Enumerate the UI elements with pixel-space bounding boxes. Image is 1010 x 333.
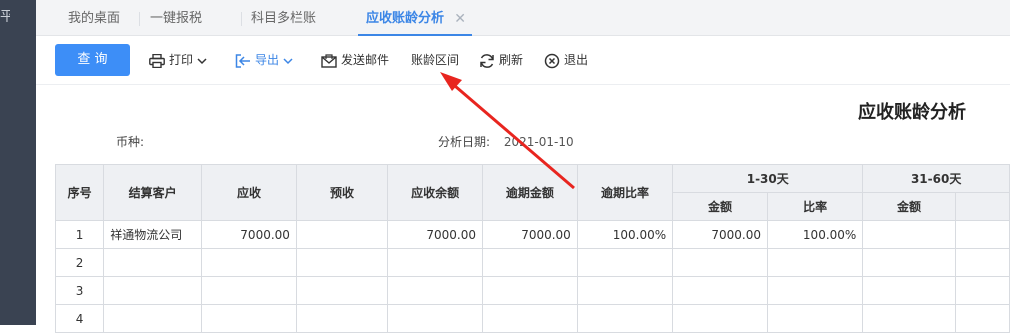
analysis-date-field: 分析日期: 2021-01-10 <box>438 133 574 150</box>
tab-subject-ledger[interactable]: 科目多栏账 <box>251 0 316 35</box>
refresh-label: 刷新 <box>499 53 524 67</box>
cell-g2-amount[interactable] <box>862 220 956 249</box>
cell-overdue-amount[interactable]: 7000.00 <box>482 220 578 249</box>
email-icon <box>321 53 337 68</box>
g2-ratio-header <box>954 192 1010 221</box>
cell-overdue-amount[interactable] <box>482 276 578 305</box>
cell-g1-ratio[interactable] <box>766 276 864 305</box>
cell-g1-amount[interactable] <box>672 248 768 277</box>
cell-g2-amount[interactable] <box>862 276 956 305</box>
cell-customer[interactable] <box>103 304 203 333</box>
aging-interval-button[interactable]: 账龄区间 <box>411 36 459 84</box>
tab-divider <box>241 12 242 26</box>
table-row[interactable]: 3 <box>54 276 1010 305</box>
chevron-down-icon <box>197 57 207 64</box>
col-overdue-ratio-header: 逾期比率 <box>576 164 674 221</box>
cell-balance[interactable] <box>387 304 483 333</box>
col-customer-header: 结算客户 <box>103 164 203 221</box>
cell-g1-amount[interactable]: 7000.00 <box>672 220 768 249</box>
cell-advance[interactable] <box>295 220 389 249</box>
g1-amount-header: 金额 <box>672 192 768 221</box>
analysis-date-label: 分析日期: <box>438 135 491 149</box>
cell-receivable[interactable] <box>201 304 297 333</box>
cell-g1-amount[interactable] <box>672 304 768 333</box>
cell-index: 1 <box>54 220 105 249</box>
cell-balance[interactable] <box>387 248 483 277</box>
cell-overdue-amount[interactable] <box>482 304 578 333</box>
cell-advance[interactable] <box>295 304 389 333</box>
col-overdue-amount-header: 逾期金额 <box>482 164 578 221</box>
analysis-date-value: 2021-01-10 <box>503 135 574 149</box>
export-button[interactable]: 导出 <box>235 36 297 84</box>
toolbar: 查 询 打印 导出 发送邮件 账龄区间 刷新 退出 <box>36 36 1010 85</box>
send-email-label: 发送邮件 <box>341 53 390 67</box>
cell-g2-amount[interactable] <box>862 304 956 333</box>
cell-receivable[interactable] <box>201 276 297 305</box>
refresh-button[interactable]: 刷新 <box>479 36 523 84</box>
print-button[interactable]: 打印 <box>149 36 211 84</box>
table-row[interactable]: 4 <box>54 304 1010 333</box>
tab-divider <box>139 12 140 26</box>
cell-g2-ratio[interactable] <box>954 276 1010 305</box>
cell-index: 2 <box>54 248 105 277</box>
left-sidebar: 平 <box>0 0 36 325</box>
exit-label: 退出 <box>564 53 589 67</box>
col-index-header: 序号 <box>54 164 105 221</box>
tab-one-click-tax[interactable]: 一键报税 <box>150 0 202 35</box>
cell-g2-ratio[interactable] <box>954 304 1010 333</box>
cell-overdue-ratio[interactable] <box>576 276 674 305</box>
cell-overdue-ratio[interactable]: 100.00% <box>576 220 674 249</box>
exit-icon <box>544 53 560 68</box>
cell-customer[interactable] <box>103 248 203 277</box>
cell-index: 3 <box>54 276 105 305</box>
cell-customer[interactable]: 祥通物流公司 <box>103 220 203 249</box>
col-receivable-header: 应收 <box>201 164 297 221</box>
cell-balance[interactable]: 7000.00 <box>387 220 483 249</box>
export-label: 导出 <box>255 53 280 67</box>
chevron-down-icon <box>283 57 293 64</box>
cell-index: 4 <box>54 304 105 333</box>
table-row[interactable]: 2 <box>54 248 1010 277</box>
exit-button[interactable]: 退出 <box>544 36 588 84</box>
cell-g2-ratio[interactable] <box>954 220 1010 249</box>
sidebar-glyph: 平 <box>0 9 10 22</box>
refresh-icon <box>480 53 494 68</box>
tab-receivable-aging[interactable]: 应收账龄分析 ✕ <box>358 0 473 36</box>
report-title: 应收账龄分析 <box>858 102 966 123</box>
query-button[interactable]: 查 询 <box>55 44 130 76</box>
aging-table: 序号 结算客户 应收 预收 应收余额 逾期金额 逾期比率 1-30天 31-60… <box>54 164 1010 333</box>
cell-receivable[interactable]: 7000.00 <box>201 220 297 249</box>
g2-amount-header: 金额 <box>862 192 956 221</box>
cell-g1-ratio[interactable] <box>766 304 864 333</box>
cell-g2-ratio[interactable] <box>954 248 1010 277</box>
cell-g1-ratio[interactable]: 100.00% <box>766 220 864 249</box>
currency-label: 币种: <box>116 135 145 149</box>
cell-advance[interactable] <box>295 248 389 277</box>
export-icon <box>235 53 250 68</box>
group-31-60-header: 31-60天 <box>862 164 1010 193</box>
currency-field: 币种: <box>116 133 154 150</box>
cell-overdue-amount[interactable] <box>482 248 578 277</box>
cell-g2-amount[interactable] <box>862 248 956 277</box>
col-advance-header: 预收 <box>295 164 389 221</box>
cell-customer[interactable] <box>103 276 203 305</box>
group-1-30-header: 1-30天 <box>672 164 864 193</box>
tab-my-desktop[interactable]: 我的桌面 <box>68 0 120 35</box>
cell-advance[interactable] <box>295 276 389 305</box>
cell-balance[interactable] <box>387 276 483 305</box>
send-email-button[interactable]: 发送邮件 <box>321 36 389 84</box>
cell-g1-ratio[interactable] <box>766 248 864 277</box>
print-label: 打印 <box>169 53 194 67</box>
tab-receivable-aging-label: 应收账龄分析 <box>366 11 445 26</box>
g1-ratio-header: 比率 <box>766 192 864 221</box>
cell-overdue-ratio[interactable] <box>576 304 674 333</box>
col-balance-header: 应收余额 <box>387 164 483 221</box>
close-icon[interactable]: ✕ <box>454 0 466 38</box>
table-row[interactable]: 1 祥通物流公司 7000.00 7000.00 7000.00 100.00%… <box>54 220 1010 249</box>
cell-receivable[interactable] <box>201 248 297 277</box>
printer-icon <box>149 53 165 68</box>
tab-bar: 我的桌面 一键报税 科目多栏账 应收账龄分析 ✕ <box>36 0 1010 36</box>
cell-g1-amount[interactable] <box>672 276 768 305</box>
cell-overdue-ratio[interactable] <box>576 248 674 277</box>
